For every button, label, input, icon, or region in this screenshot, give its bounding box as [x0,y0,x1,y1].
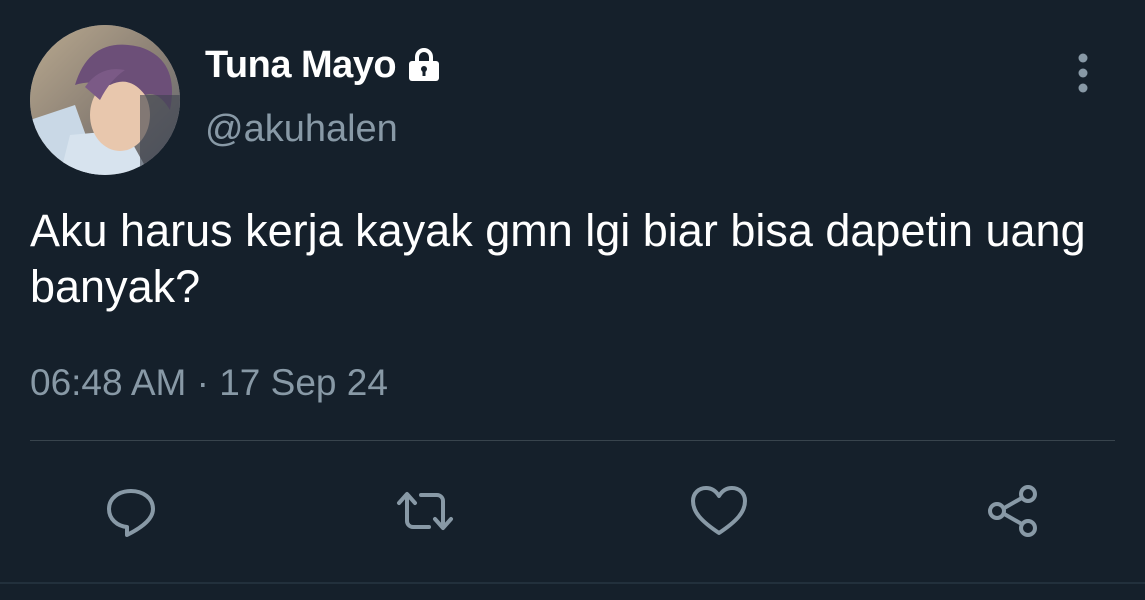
share-icon [983,481,1043,546]
like-button[interactable] [684,478,754,548]
display-name[interactable]: Tuna Mayo [205,44,397,87]
retweet-button[interactable] [390,478,460,548]
avatar[interactable] [30,25,180,175]
like-icon [689,483,749,544]
tweet-text: Aku harus kerja kayak gmn lgi biar bisa … [30,205,1086,312]
share-button[interactable] [978,478,1048,548]
reply-icon [103,483,159,544]
bottom-divider [0,582,1145,584]
action-bar [0,478,1145,548]
tweet-timestamp[interactable]: 06:48 AM · 17 Sep 24 [30,362,388,404]
divider [30,440,1115,441]
more-vertical-icon[interactable] [1066,50,1100,96]
lock-icon [404,45,444,85]
avatar-image [30,25,180,175]
reply-button[interactable] [96,478,166,548]
display-name-row: Tuna Mayo [205,42,444,88]
tweet-card: Tuna Mayo @akuhalen Aku harus kerja kaya… [0,0,1145,600]
user-handle[interactable]: @akuhalen [205,108,398,151]
retweet-icon [393,483,457,544]
